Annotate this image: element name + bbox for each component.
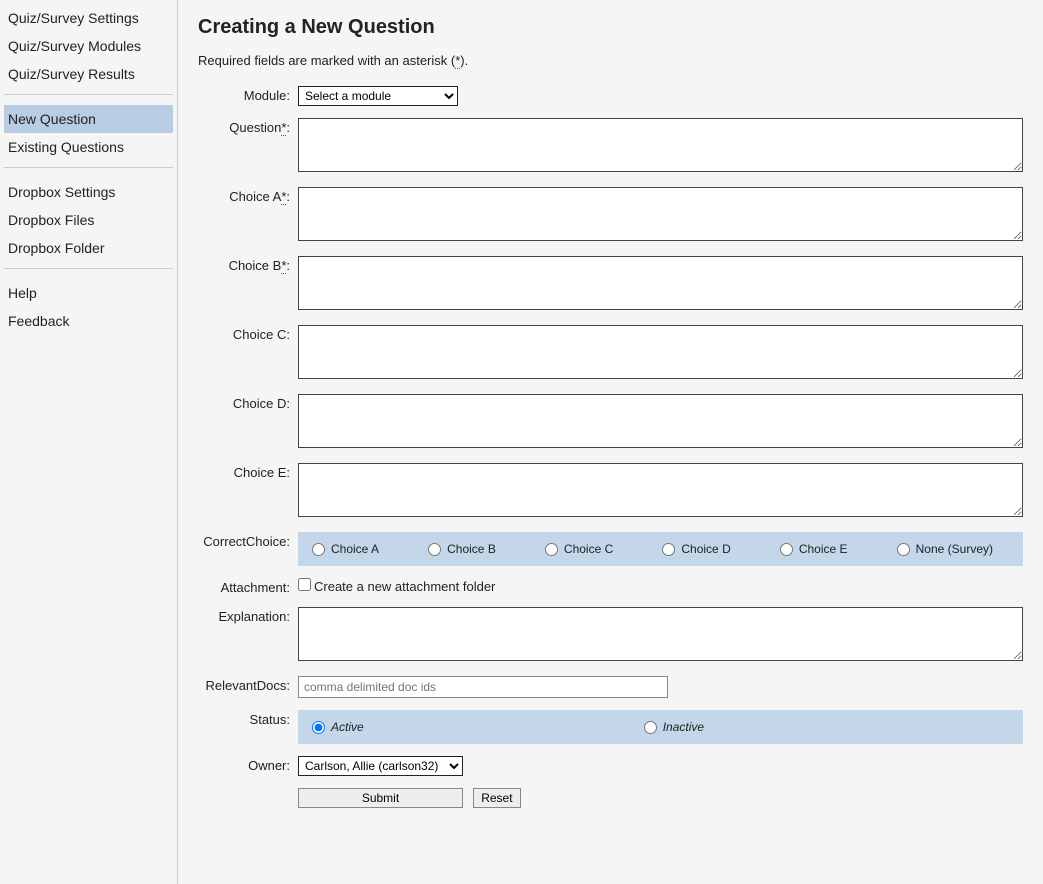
explanation-textarea[interactable] [298,607,1023,661]
choice-d-label: Choice D: [198,394,298,411]
module-label: Module: [198,86,298,103]
status-label: Status: [198,710,298,727]
status-panel: Active Inactive [298,710,1023,744]
sidebar-item-feedback[interactable]: Feedback [4,307,173,335]
correct-choice-c[interactable]: Choice C [545,542,613,556]
sidebar-item-quiz-settings[interactable]: Quiz/Survey Settings [4,4,173,32]
sidebar-item-dropbox-folder[interactable]: Dropbox Folder [4,234,173,262]
correct-choice-e[interactable]: Choice E [780,542,848,556]
main-content: Creating a New Question Required fields … [178,0,1043,884]
sidebar: Quiz/Survey Settings Quiz/Survey Modules… [0,0,178,884]
correct-choice-a[interactable]: Choice A [312,542,379,556]
sidebar-item-dropbox-settings[interactable]: Dropbox Settings [4,178,173,206]
sidebar-item-dropbox-files[interactable]: Dropbox Files [4,206,173,234]
choice-e-textarea[interactable] [298,463,1023,517]
sidebar-item-quiz-modules[interactable]: Quiz/Survey Modules [4,32,173,60]
page-title: Creating a New Question [198,16,1023,39]
question-textarea[interactable] [298,118,1023,172]
attachment-label: Attachment: [198,578,298,595]
question-label: Question*: [198,118,298,135]
attachment-checkbox [298,578,311,591]
choice-b-textarea[interactable] [298,256,1023,310]
choice-b-label: Choice B*: [198,256,298,273]
choice-a-textarea[interactable] [298,187,1023,241]
choice-c-label: Choice C: [198,325,298,342]
choice-e-label: Choice E: [198,463,298,480]
module-select[interactable]: Select a module [298,86,458,106]
correct-choice-d[interactable]: Choice D [662,542,730,556]
status-inactive[interactable]: Inactive [644,720,704,734]
attachment-checkbox-label[interactable]: Create a new attachment folder [298,579,495,594]
relevant-docs-label: RelevantDocs: [198,676,298,693]
sidebar-item-new-question[interactable]: New Question [4,105,173,133]
submit-button[interactable]: Submit [298,788,463,808]
required-hint: Required fields are marked with an aster… [198,53,1023,68]
correct-choice-label: CorrectChoice: [198,532,298,549]
correct-choice-b[interactable]: Choice B [428,542,496,556]
choice-c-textarea[interactable] [298,325,1023,379]
sidebar-item-help[interactable]: Help [4,279,173,307]
relevant-docs-input[interactable] [298,676,668,698]
correct-choice-none[interactable]: None (Survey) [897,542,993,556]
correct-choice-panel: Choice A Choice B Choice C Choice D Choi… [298,532,1023,566]
choice-a-label: Choice A*: [198,187,298,204]
sidebar-item-quiz-results[interactable]: Quiz/Survey Results [4,60,173,88]
reset-button[interactable]: Reset [473,788,521,808]
owner-label: Owner: [198,756,298,773]
sidebar-item-existing-questions[interactable]: Existing Questions [4,133,173,161]
explanation-label: Explanation: [198,607,298,624]
choice-d-textarea[interactable] [298,394,1023,448]
status-active[interactable]: Active [312,720,364,734]
owner-select[interactable]: Carlson, Allie (carlson32) [298,756,463,776]
